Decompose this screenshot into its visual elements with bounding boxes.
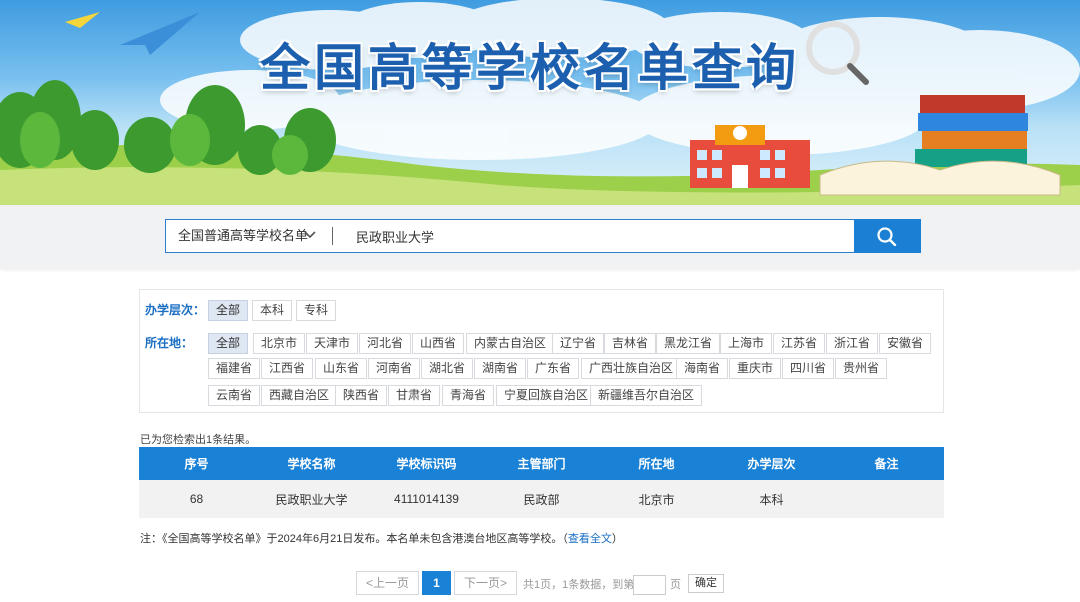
table-header-row: 序号 学校名称 学校标识码 主管部门 所在地 办学层次 备注	[139, 447, 944, 480]
table-cell: 68	[139, 480, 254, 518]
location-chip[interactable]: 青海省	[442, 385, 495, 406]
location-chip[interactable]: 重庆市	[729, 358, 782, 379]
location-chip[interactable]: 上海市	[720, 333, 773, 354]
location-chip[interactable]: 新疆维吾尔自治区	[590, 385, 703, 406]
location-chip[interactable]: 山东省	[315, 358, 368, 379]
location-chip[interactable]: 甘肃省	[388, 385, 441, 406]
level-chip[interactable]: 专科	[296, 300, 337, 321]
table-cell: 北京市	[599, 480, 714, 518]
column-header: 主管部门	[484, 447, 599, 480]
footnote-suffix: ）	[611, 533, 623, 545]
search-button[interactable]	[854, 219, 921, 253]
table-cell: 民政职业大学	[254, 480, 369, 518]
location-chip[interactable]: 吉林省	[604, 333, 657, 354]
current-page[interactable]: 1	[422, 571, 451, 595]
location-chip[interactable]: 贵州省	[835, 358, 888, 379]
location-chip[interactable]: 内蒙古自治区	[466, 333, 555, 354]
location-chip[interactable]: 河南省	[368, 358, 421, 379]
location-chip[interactable]: 河北省	[359, 333, 412, 354]
location-chip[interactable]: 湖南省	[474, 358, 527, 379]
location-chip[interactable]: 江苏省	[773, 333, 826, 354]
location-chip[interactable]: 安徽省	[879, 333, 932, 354]
table-cell: 本科	[714, 480, 829, 518]
table-cell: 民政部	[484, 480, 599, 518]
level-filter-label: 办学层次：	[145, 303, 206, 317]
location-chip[interactable]: 云南省	[208, 385, 261, 406]
location-chip[interactable]: 江西省	[261, 358, 314, 379]
page-title: 全国高等学校名单查询	[260, 39, 800, 97]
location-filter-label: 所在地：	[145, 336, 194, 350]
location-chip[interactable]: 辽宁省	[552, 333, 605, 354]
footnote-text: 注：《全国高等学校名单》于2024年6月21日发布。本名单未包含港澳台地区高等学…	[140, 533, 568, 545]
location-chip[interactable]: 西藏自治区	[261, 385, 338, 406]
table-cell: 4111014139	[369, 480, 484, 518]
level-chip[interactable]: 本科	[252, 300, 293, 321]
table-cell	[829, 480, 944, 518]
location-chip[interactable]: 天津市	[306, 333, 359, 354]
column-header: 所在地	[599, 447, 714, 480]
footnote: 注：《全国高等学校名单》于2024年6月21日发布。本名单未包含港澳台地区高等学…	[140, 530, 623, 546]
level-chip[interactable]: 全部	[208, 300, 249, 321]
location-chip[interactable]: 全部	[208, 333, 249, 354]
location-chip[interactable]: 黑龙江省	[656, 333, 721, 354]
column-header: 学校名称	[254, 447, 369, 480]
result-count: 已为您检索出1条结果。	[140, 434, 257, 446]
view-full-text-link[interactable]: 查看全文	[568, 533, 612, 545]
column-header: 学校标识码	[369, 447, 484, 480]
location-chip[interactable]: 广东省	[527, 358, 580, 379]
confirm-page-button[interactable]: 确定	[688, 574, 724, 593]
location-chip[interactable]: 福建省	[208, 358, 261, 379]
next-page-button[interactable]: 下一页>	[454, 571, 517, 595]
location-chip[interactable]: 北京市	[253, 333, 306, 354]
column-header: 序号	[139, 447, 254, 480]
location-chip[interactable]: 湖北省	[421, 358, 474, 379]
search-divider	[332, 227, 333, 245]
location-chip[interactable]: 浙江省	[826, 333, 879, 354]
column-header: 办学层次	[714, 447, 829, 480]
location-chip[interactable]: 广西壮族自治区	[581, 358, 682, 379]
scope-dropdown[interactable]: 全国普通高等学校名单	[166, 220, 326, 252]
filter-panel: 办学层次： 全部 本科 专科 所在地： 全部 北京市 天津市 河北省 山西省 内…	[139, 289, 944, 413]
chevron-down-icon[interactable]	[303, 228, 317, 242]
location-chip[interactable]: 宁夏回族自治区	[496, 385, 597, 406]
location-chip[interactable]: 海南省	[676, 358, 729, 379]
header-banner: 全国高等学校名单查询	[0, 0, 1080, 205]
search-input[interactable]	[356, 220, 846, 252]
page-unit-label: 页	[670, 579, 681, 591]
results-table: 序号 学校名称 学校标识码 主管部门 所在地 办学层次 备注 68 民政职业大学…	[139, 447, 944, 518]
prev-page-button[interactable]: <上一页	[356, 571, 419, 595]
search-icon	[877, 227, 897, 246]
page-number-input[interactable]	[633, 575, 666, 595]
location-chip[interactable]: 山西省	[412, 333, 465, 354]
table-row: 68 民政职业大学 4111014139 民政部 北京市 本科	[139, 480, 944, 518]
location-chip[interactable]: 四川省	[782, 358, 835, 379]
search-box: 全国普通高等学校名单	[165, 219, 855, 253]
column-header: 备注	[829, 447, 944, 480]
pagination-summary: 共1页，1条数据，到第	[523, 579, 635, 591]
location-chip[interactable]: 陕西省	[335, 385, 388, 406]
